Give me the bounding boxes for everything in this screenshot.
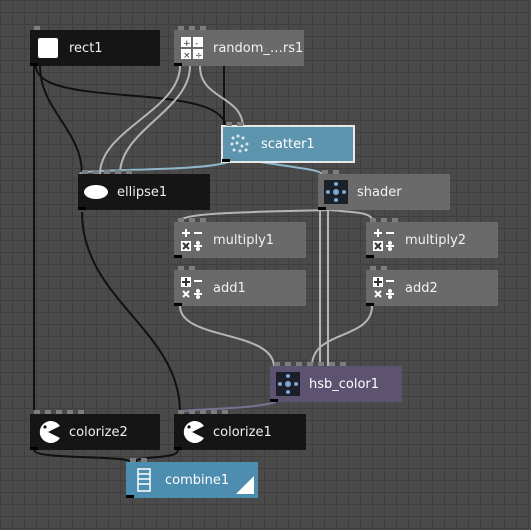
wire-colorize2-combine1 — [33, 449, 131, 463]
input-ports[interactable] — [178, 410, 228, 414]
node-label: multiply2 — [405, 232, 467, 248]
wire-scatter1-shader — [259, 161, 323, 175]
node-label: shader — [357, 184, 402, 200]
input-ports[interactable] — [370, 266, 387, 270]
node-label: hsb_color1 — [309, 376, 380, 392]
input-ports[interactable] — [34, 26, 40, 30]
node-multiply2[interactable]: multiply2 — [366, 218, 498, 258]
output-port[interactable] — [174, 447, 182, 450]
wire-rect1-scatter1 — [35, 65, 227, 129]
node-colorize1[interactable]: colorize1 — [174, 410, 306, 450]
render-flag-icon[interactable] — [236, 476, 254, 494]
node-multiply1[interactable]: multiply1 — [174, 218, 306, 258]
white-square-icon — [35, 35, 61, 61]
wire-add2-hsb — [311, 305, 373, 367]
node-rect1[interactable]: rect1 — [30, 26, 160, 66]
node-label: colorize1 — [213, 424, 272, 440]
node-scatter1[interactable]: scatter1 — [221, 122, 355, 163]
svg-text:×: × — [183, 51, 191, 60]
input-ports[interactable] — [178, 26, 206, 30]
wire-ellipse1-colorize1 — [81, 211, 181, 413]
input-ports[interactable] — [178, 266, 195, 270]
shader-crosshair-icon — [323, 179, 349, 205]
colorize-pacman-icon — [35, 419, 61, 445]
node-shader[interactable]: shader — [318, 170, 450, 210]
math-operators-icon — [179, 227, 205, 253]
svg-text:÷: ÷ — [195, 51, 203, 60]
output-port[interactable] — [270, 399, 278, 402]
output-port[interactable] — [366, 255, 374, 258]
input-ports[interactable] — [178, 218, 206, 222]
combine-stack-icon — [131, 467, 157, 493]
output-port[interactable] — [30, 447, 38, 450]
input-ports[interactable] — [82, 170, 132, 174]
output-port[interactable] — [366, 303, 374, 306]
colorize-pacman-icon — [179, 419, 205, 445]
node-label: scatter1 — [261, 136, 315, 152]
output-port[interactable] — [174, 63, 182, 66]
wire-random-ellipse1-a — [99, 65, 181, 175]
output-port[interactable] — [222, 159, 230, 162]
node-colorize2[interactable]: colorize2 — [30, 410, 160, 450]
node-label: add1 — [213, 280, 246, 296]
node-label: random_…rs1 — [213, 40, 304, 56]
scatter-dots-icon — [227, 131, 253, 157]
svg-text:+: + — [183, 39, 191, 49]
output-port[interactable] — [318, 207, 326, 210]
wire-random-ellipse1-b — [119, 65, 191, 175]
ellipse-icon — [83, 179, 109, 205]
node-label: add2 — [405, 280, 438, 296]
node-label: ellipse1 — [117, 184, 168, 200]
wire-shader-multiply2 — [329, 209, 373, 221]
math-grid-icon: + - × ÷ — [179, 35, 205, 61]
input-ports[interactable] — [274, 362, 346, 366]
node-random[interactable]: + - × ÷ random_…rs1 — [174, 26, 304, 66]
output-port[interactable] — [78, 207, 86, 210]
input-ports[interactable] — [34, 410, 84, 414]
node-hsb-color1[interactable]: hsb_color1 — [270, 362, 402, 402]
svg-text:-: - — [195, 39, 198, 49]
shader-crosshair-icon — [275, 371, 301, 397]
input-ports[interactable] — [130, 458, 147, 462]
math-operators-icon — [371, 275, 397, 301]
input-ports[interactable] — [370, 218, 398, 222]
node-label: combine1 — [165, 472, 230, 488]
wire-add1-hsb — [179, 305, 275, 367]
math-operators-icon — [371, 227, 397, 253]
node-combine1[interactable]: combine1 — [126, 458, 258, 498]
node-graph-canvas[interactable]: rect1 + - × ÷ random_…rs1 scatter1 ellipse… — [0, 0, 531, 530]
output-port[interactable] — [126, 495, 134, 498]
output-port[interactable] — [174, 303, 182, 306]
math-operators-icon — [179, 275, 205, 301]
node-label: multiply1 — [213, 232, 275, 248]
input-ports[interactable] — [322, 170, 339, 174]
wire-random-scatter1-b — [199, 65, 244, 129]
node-add2[interactable]: add2 — [366, 266, 498, 306]
node-label: colorize2 — [69, 424, 128, 440]
node-label: rect1 — [69, 40, 103, 56]
input-ports[interactable] — [226, 122, 243, 126]
connection-wires — [33, 65, 373, 463]
node-ellipse1[interactable]: ellipse1 — [78, 170, 210, 210]
node-add1[interactable]: add1 — [174, 266, 306, 306]
output-port[interactable] — [174, 255, 182, 258]
output-port[interactable] — [30, 63, 38, 66]
wire-rect1-ellipse1 — [39, 65, 83, 175]
